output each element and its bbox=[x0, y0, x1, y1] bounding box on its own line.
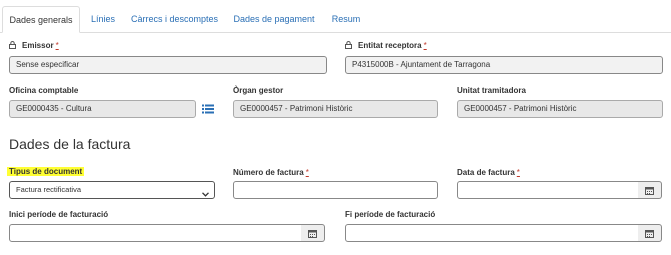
tipus-document-label: Tipus de document bbox=[7, 167, 85, 176]
inici-periode-label: Inici període de facturació bbox=[9, 210, 109, 219]
tab-dades-pagament[interactable]: Dades de pagament bbox=[226, 6, 322, 32]
tab-carrecs-descomptes[interactable]: Càrrecs i descomptes bbox=[127, 6, 222, 32]
tab-resum[interactable]: Resum bbox=[326, 6, 366, 32]
tab-linies[interactable]: Línies bbox=[84, 6, 122, 32]
unitat-tramitadora-label: Unitat tramitadora bbox=[457, 86, 526, 95]
calendar-icon[interactable] bbox=[301, 224, 325, 242]
required-marker: * bbox=[516, 168, 520, 177]
entitat-receptora-field[interactable]: P4315000B - Ajuntament de Tarragona bbox=[345, 56, 663, 74]
required-marker: * bbox=[305, 168, 309, 177]
tipus-document-value: Factura rectificativa bbox=[16, 185, 82, 194]
tipus-document-select[interactable]: Factura rectificativa bbox=[9, 181, 215, 199]
chevron-down-icon bbox=[202, 187, 209, 203]
organ-gestor-field: GE0000457 - Patrimoni Històric bbox=[233, 100, 438, 118]
entitat-receptora-label: Entitat receptora * bbox=[345, 41, 427, 51]
emissor-label: Emissor * bbox=[9, 41, 59, 51]
fi-periode-input[interactable] bbox=[345, 224, 639, 242]
required-marker: * bbox=[55, 41, 59, 51]
tab-dades-generals[interactable]: Dades generals bbox=[2, 6, 80, 33]
numero-factura-input[interactable] bbox=[233, 181, 438, 199]
organ-gestor-label: Òrgan gestor bbox=[233, 86, 284, 95]
calendar-icon[interactable] bbox=[638, 224, 662, 242]
lock-icon bbox=[9, 41, 16, 51]
oficina-comptable-label: Oficina comptable bbox=[9, 86, 79, 95]
lock-icon bbox=[345, 41, 352, 51]
oficina-comptable-field: GE0000435 - Cultura bbox=[9, 100, 196, 118]
tab-bar: Dades generals Línies Càrrecs i descompt… bbox=[0, 0, 671, 33]
list-icon[interactable] bbox=[202, 101, 214, 119]
fi-periode-label: Fi període de facturació bbox=[345, 210, 436, 219]
calendar-icon[interactable] bbox=[638, 181, 662, 199]
data-factura-label: Data de factura * bbox=[457, 168, 520, 177]
numero-factura-label: Número de factura * bbox=[233, 168, 309, 177]
data-factura-input[interactable] bbox=[457, 181, 639, 199]
unitat-tramitadora-field: GE0000457 - Patrimoni Històric bbox=[457, 100, 663, 118]
section-title: Dades de la factura bbox=[9, 136, 131, 152]
inici-periode-input[interactable] bbox=[9, 224, 302, 242]
required-marker: * bbox=[423, 41, 427, 51]
emissor-field[interactable]: Sense especificar bbox=[9, 56, 327, 74]
